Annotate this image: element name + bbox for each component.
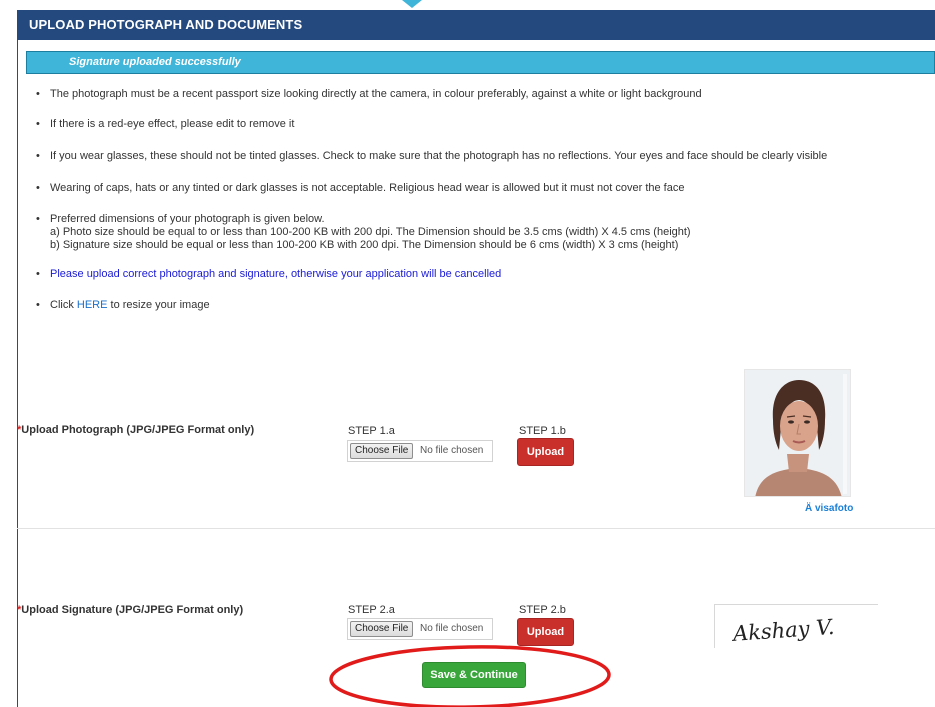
list-item: Preferred dimensions of your photograph … [36,213,926,252]
instruction-text: Preferred dimensions of your photograph … [50,213,325,225]
step-1a-label: STEP 1.a [348,425,395,437]
warning-text: Please upload correct photograph and sig… [50,268,502,280]
save-continue-button[interactable]: Save & Continue [422,662,526,688]
signature-image: Akshay V. [730,615,835,646]
choose-file-button[interactable]: Choose File [350,621,414,637]
success-alert: Signature uploaded successfully [26,51,935,74]
instruction-text: to resize your image [110,299,210,311]
signature-preview: Akshay V. [714,604,878,648]
instructions-list: The photograph must be a recent passport… [36,88,926,312]
list-item: The photograph must be a recent passport… [36,88,926,101]
signature-upload-button[interactable]: Upload [517,618,574,646]
list-item: Click HERE to resize your image [36,299,926,312]
step-2b-label: STEP 2.b [519,604,566,616]
photo-preview [744,369,851,497]
instruction-text: Wearing of caps, hats or any tinted or d… [50,182,685,194]
photo-upload-label: *Upload Photograph (JPG/JPEG Format only… [17,424,254,436]
step-2a-label: STEP 2.a [348,604,395,616]
instruction-text: a) Photo size should be equal to or less… [50,226,691,238]
resize-link[interactable]: HERE [77,299,108,311]
signature-upload-label: *Upload Signature (JPG/JPEG Format only) [17,604,243,616]
choose-file-button[interactable]: Choose File [350,443,414,459]
instruction-text: The photograph must be a recent passport… [50,88,702,100]
list-item: If there is a red-eye effect, please edi… [36,118,926,131]
section-divider [17,528,935,529]
no-file-text: No file chosen [420,445,484,456]
instruction-text: If there is a red-eye effect, please edi… [50,118,295,130]
visafoto-watermark: Ä visafoto [805,503,854,514]
photo-label-text: Upload Photograph (JPG/JPEG Format only) [21,424,255,436]
step-1b-label: STEP 1.b [519,425,566,437]
page-title: UPLOAD PHOTOGRAPH AND DOCUMENTS [29,17,303,32]
success-message: Signature uploaded successfully [69,56,241,68]
instruction-text: Click [50,299,74,311]
list-item: Please upload correct photograph and sig… [36,268,926,281]
signature-file-input[interactable]: Choose File No file chosen [347,618,493,640]
pointer-arrow-icon [402,0,422,8]
photo-upload-button[interactable]: Upload [517,438,574,466]
list-item: Wearing of caps, hats or any tinted or d… [36,182,926,195]
portrait-image [745,370,850,496]
list-item: If you wear glasses, these should not be… [36,150,926,163]
no-file-text: No file chosen [420,623,484,634]
signature-text: Akshay V. [730,615,835,646]
photo-file-input[interactable]: Choose File No file chosen [347,440,493,462]
instruction-text: b) Signature size should be equal or les… [50,239,679,251]
signature-label-text: Upload Signature (JPG/JPEG Format only) [21,604,244,616]
panel-header: UPLOAD PHOTOGRAPH AND DOCUMENTS [17,10,935,40]
instruction-text: If you wear glasses, these should not be… [50,150,828,162]
